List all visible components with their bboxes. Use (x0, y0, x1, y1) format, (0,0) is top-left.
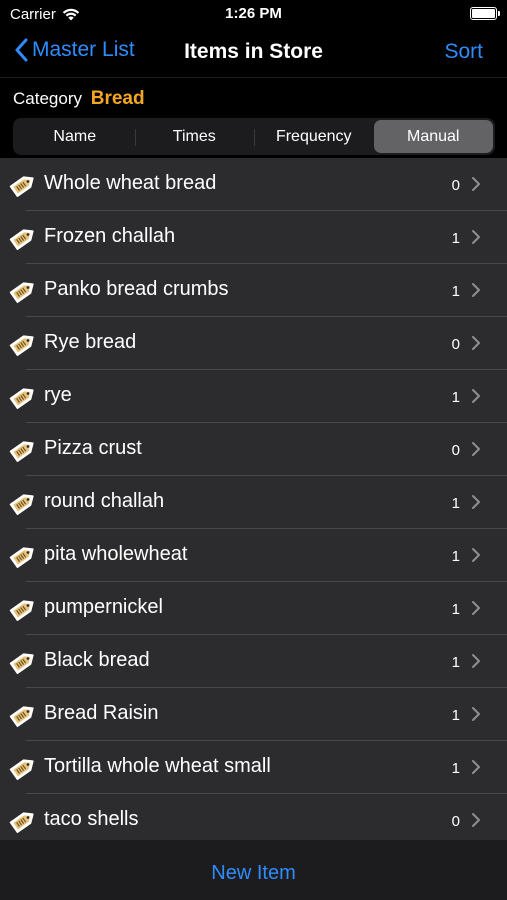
item-name: round challah (44, 490, 165, 512)
price-tag-icon (9, 494, 34, 516)
price-tag-icon (9, 759, 34, 781)
list-item[interactable]: round challah 1 (0, 476, 507, 529)
item-name: Panko bread crumbs (44, 278, 229, 300)
list-item[interactable]: Black bread 1 (0, 635, 507, 688)
status-time: 1:26 PM (225, 5, 282, 22)
chevron-right-icon (472, 283, 480, 297)
item-count: 1 (451, 601, 460, 618)
list-item[interactable]: Whole wheat bread 0 (0, 158, 507, 211)
item-count: 1 (451, 760, 460, 777)
chevron-right-icon (472, 654, 480, 668)
item-count: 0 (451, 442, 460, 459)
battery-icon (470, 7, 500, 20)
item-name: pita wholewheat (44, 543, 188, 565)
item-name: Whole wheat bread (44, 172, 217, 194)
segment-name[interactable]: Name (15, 120, 135, 153)
chevron-right-icon (472, 230, 480, 244)
list-item[interactable]: taco shells 0 (0, 794, 507, 840)
chevron-right-icon (472, 495, 480, 509)
item-name: Bread Raisin (44, 702, 159, 724)
price-tag-icon (9, 335, 34, 357)
page-title: Items in Store (184, 40, 323, 63)
chevron-right-icon (472, 760, 480, 774)
price-tag-icon (9, 706, 34, 728)
chevron-right-icon (472, 813, 480, 827)
sort-button[interactable]: Sort (444, 40, 483, 64)
item-name: Tortilla whole wheat small (44, 755, 271, 777)
price-tag-icon (9, 812, 34, 834)
category-label: Category (13, 89, 82, 108)
item-count: 1 (451, 548, 460, 565)
category-value: Bread (90, 88, 145, 109)
segment-manual[interactable]: Manual (373, 120, 493, 153)
list-item[interactable]: Rye bread 0 (0, 317, 507, 370)
item-count: 1 (451, 654, 460, 671)
item-list: Whole wheat bread 0 Frozen challah 1 Pan… (0, 158, 507, 840)
item-count: 0 (451, 813, 460, 830)
item-name: Pizza crust (44, 437, 142, 459)
chevron-right-icon (472, 707, 480, 721)
price-tag-icon (9, 653, 34, 675)
price-tag-icon (9, 600, 34, 622)
status-bar: Carrier 1:26 PM (0, 0, 507, 28)
item-name: Black bread (44, 649, 150, 671)
chevron-right-icon (472, 601, 480, 615)
item-name: rye (44, 384, 72, 406)
item-count: 1 (451, 389, 460, 406)
item-count: 0 (451, 177, 460, 194)
price-tag-icon (9, 282, 34, 304)
price-tag-icon (9, 441, 34, 463)
bottom-toolbar: New Item (0, 840, 507, 900)
item-name: Frozen challah (44, 225, 176, 247)
item-count: 1 (451, 230, 460, 247)
list-item[interactable]: Bread Raisin 1 (0, 688, 507, 741)
chevron-right-icon (472, 389, 480, 403)
segment-frequency[interactable]: Frequency (254, 120, 374, 153)
list-item[interactable]: rye 1 (0, 370, 507, 423)
list-item[interactable]: pumpernickel 1 (0, 582, 507, 635)
list-item[interactable]: Pizza crust 0 (0, 423, 507, 476)
new-item-button[interactable]: New Item (0, 862, 507, 885)
price-tag-icon (9, 229, 34, 251)
category-row: Category Bread (13, 88, 145, 110)
list-item[interactable]: Panko bread crumbs 1 (0, 264, 507, 317)
chevron-right-icon (472, 548, 480, 562)
chevron-right-icon (472, 177, 480, 191)
navigation-bar: Master List Items in Store Sort (0, 28, 507, 78)
item-name: pumpernickel (44, 596, 163, 618)
price-tag-icon (9, 176, 34, 198)
price-tag-icon (9, 388, 34, 410)
item-count: 1 (451, 707, 460, 724)
chevron-right-icon (472, 442, 480, 456)
item-count: 1 (451, 283, 460, 300)
list-item[interactable]: pita wholewheat 1 (0, 529, 507, 582)
price-tag-icon (9, 547, 34, 569)
item-name: taco shells (44, 808, 139, 830)
segment-times[interactable]: Times (134, 120, 255, 153)
list-item[interactable]: Frozen challah 1 (0, 211, 507, 264)
item-count: 0 (451, 336, 460, 353)
list-item[interactable]: Tortilla whole wheat small 1 (0, 741, 507, 794)
item-count: 1 (451, 495, 460, 512)
sort-segmented-control: Name Times Frequency Manual (13, 118, 495, 155)
item-name: Rye bread (44, 331, 137, 353)
chevron-right-icon (472, 336, 480, 350)
